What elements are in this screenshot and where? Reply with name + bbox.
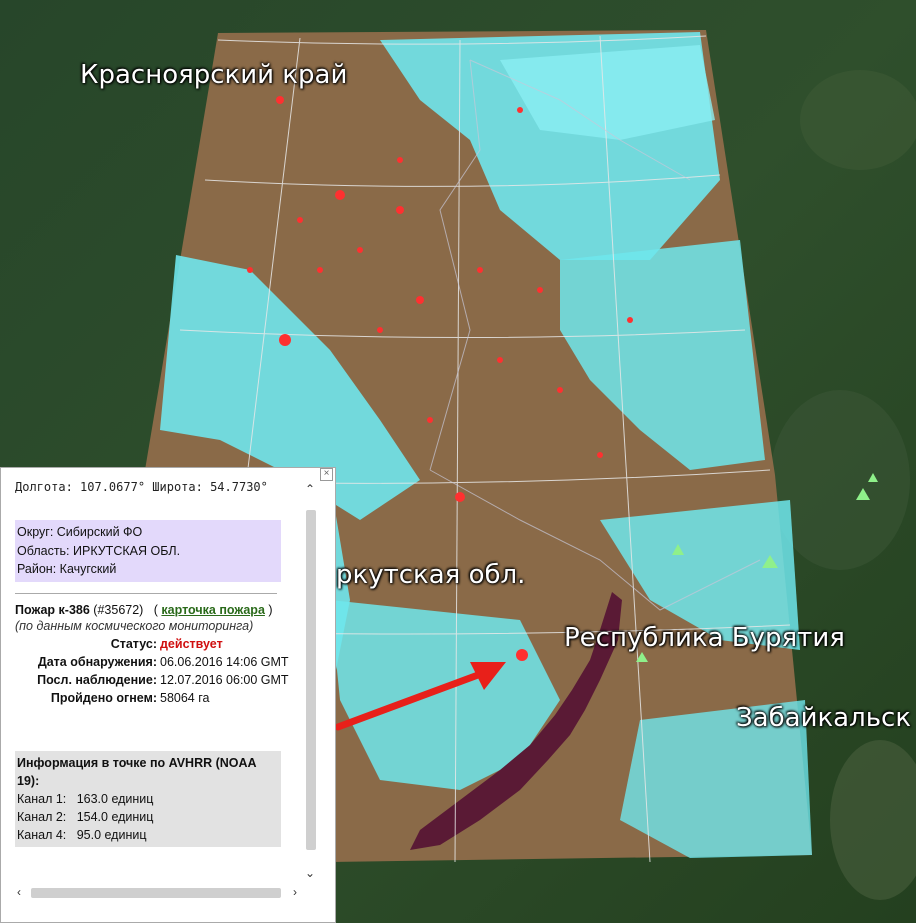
scroll-up-icon[interactable]: ⌃ bbox=[305, 482, 315, 496]
scroll-down-icon[interactable]: ⌄ bbox=[305, 866, 315, 880]
admin-info-block: Округ: Сибирский ФО Область: ИРКУТСКАЯ О… bbox=[15, 520, 281, 582]
fire-stats-table: Статус: действует Дата обнаружения: 06.0… bbox=[15, 635, 289, 707]
burned-label: Пройдено огнем: bbox=[50, 690, 157, 705]
burned-value: 58064 га bbox=[160, 690, 210, 705]
horizontal-scroll-thumb[interactable] bbox=[31, 888, 281, 898]
detect-label: Дата обнаружения: bbox=[37, 654, 157, 669]
horizontal-scrollbar[interactable]: ‹ › bbox=[17, 885, 317, 900]
fire-id: (#35672) bbox=[93, 602, 144, 617]
fire-title-line: Пожар к-386 (#35672) ( карточка пожара ) bbox=[15, 603, 303, 617]
fire-card-link[interactable]: карточка пожара bbox=[161, 603, 264, 617]
area-text: Район: Качугский bbox=[17, 562, 117, 576]
coordinates-text: Долгота: 107.0677° Широта: 54.7730° bbox=[15, 480, 268, 494]
last-observation-label: Посл. наблюдение: bbox=[37, 672, 157, 687]
region-label-zabaikalsky: Забайкальск bbox=[736, 703, 912, 733]
channel-4: Канал 4: 95.0 единиц bbox=[17, 827, 147, 842]
last-observation-value: 12.07.2016 06:00 GMT bbox=[160, 672, 289, 687]
fire-info-popup: × Долгота: 107.0677° Широта: 54.7730° Ок… bbox=[0, 467, 336, 923]
avhrr-title: Информация в точке по AVHRR (NOAA 19): bbox=[17, 755, 257, 788]
region-text: Область: ИРКУТСКАЯ ОБЛ. bbox=[17, 543, 181, 558]
region-label-irkutsk: ркутская обл. bbox=[336, 560, 526, 590]
divider bbox=[15, 592, 277, 594]
source-note: (по данным космического мониторинга) bbox=[15, 618, 254, 633]
channel-1: Канал 1: 163.0 единиц bbox=[17, 791, 154, 806]
open-paren: ( bbox=[153, 602, 158, 617]
close-paren: ) bbox=[268, 602, 273, 617]
vertical-scrollbar[interactable]: ⌃ ⌄ bbox=[304, 482, 318, 882]
fire-title: Пожар к-386 bbox=[15, 602, 90, 617]
district-text: Округ: Сибирский ФО bbox=[17, 525, 143, 539]
region-label-krasnoyarsk: Красноярский край bbox=[80, 60, 348, 90]
status-label: Статус: bbox=[110, 636, 157, 651]
avhrr-info-block: Информация в точке по AVHRR (NOAA 19): К… bbox=[15, 750, 281, 847]
status-value: действует bbox=[160, 636, 223, 651]
channel-2: Канал 2: 154.0 единиц bbox=[17, 809, 154, 824]
popup-content: Долгота: 107.0677° Широта: 54.7730° Окру… bbox=[15, 474, 303, 847]
region-label-buryatia: Республика Бурятия bbox=[564, 623, 845, 653]
detect-value: 06.06.2016 14:06 GMT bbox=[160, 654, 289, 669]
scroll-right-icon[interactable]: › bbox=[293, 885, 297, 899]
vertical-scroll-thumb[interactable] bbox=[306, 510, 316, 850]
scroll-left-icon[interactable]: ‹ bbox=[17, 885, 21, 899]
close-icon[interactable]: × bbox=[320, 468, 333, 481]
